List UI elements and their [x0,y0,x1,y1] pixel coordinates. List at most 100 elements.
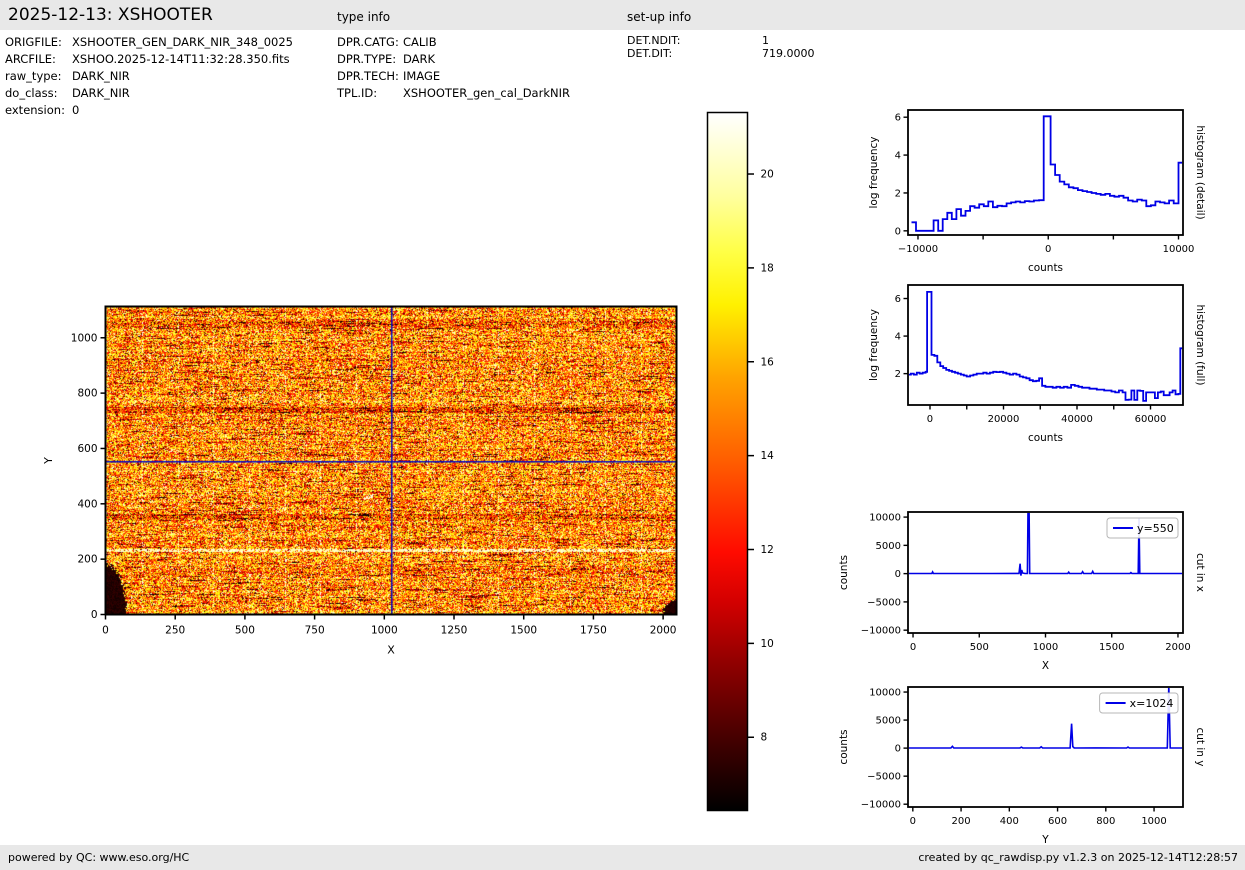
y-tick-label: 200 [77,554,97,566]
x-tick-label: 2000 [1165,642,1190,653]
x-tick-label: 750 [305,625,325,637]
axes-spine [908,687,1183,807]
field-value: XSHOOTER_gen_cal_DarkNIR [403,86,570,100]
y-tick-label: 6 [895,294,901,305]
x-tick-label: 0 [1045,244,1051,255]
right-axis-label: cut in x [1194,553,1206,592]
y-tick-label: 0 [895,226,901,237]
type-info-row: DPR.CATG:CALIB [337,35,437,49]
x-tick-label: 1750 [580,625,607,637]
file-info-row: ARCFILE:XSHOO.2025-12-14T11:32:28.350.fi… [5,52,290,66]
file-info-row: raw_type:DARK_NIR [5,69,130,83]
y-tick-label: 10000 [869,688,901,699]
setup-info-row: DET.DIT:719.0000 [627,47,815,60]
footer-right-text: created by qc_rawdisp.py v1.2.3 on 2025-… [918,851,1238,864]
field-value: 1 [762,34,769,47]
x-tick-label: 400 [1000,816,1019,827]
series-line [908,292,1183,401]
field-label: DET.DIT: [627,47,762,60]
legend-label: y=550 [1137,522,1174,535]
x-tick-label: 0 [927,414,933,425]
qc-report-page: 2025-12-13: XSHOOTER type info set-up in… [0,0,1245,870]
x-tick-label: 20000 [988,414,1020,425]
y-axis-label: counts [838,555,850,590]
field-label: TPL.ID: [337,86,403,100]
y-tick-label: −5000 [867,772,901,783]
field-label: ARCFILE: [5,52,72,66]
axes-spine [908,285,1183,405]
legend-box [1107,518,1178,538]
x-tick-label: 1250 [441,625,468,637]
x-tick-label: 0 [910,642,916,653]
y-axis-label: log frequency [868,309,880,381]
y-tick-label: 6 [895,113,901,124]
field-label: DPR.TECH: [337,69,403,83]
type-info-heading: type info [337,10,390,24]
x-tick-label: 1500 [1099,642,1124,653]
series-line [912,116,1184,231]
field-value: IMAGE [403,69,440,83]
series-line [908,685,1183,748]
y-axis-label: Y [42,457,55,465]
y-tick-label: 400 [77,498,97,510]
x-axis-label: X [387,644,395,657]
axes-spine [908,512,1183,633]
right-axis-label: histogram (detail) [1194,125,1206,219]
axes-spine [908,110,1183,235]
x-tick-label: 1000 [1033,642,1058,653]
colorbar-tick-label: 8 [761,732,768,744]
y-tick-label: 1000 [71,332,98,344]
x-axis-label: X [1042,660,1049,672]
y-tick-label: 0 [895,744,901,755]
legend-label: x=1024 [1130,697,1174,710]
field-value: DARK_NIR [72,69,130,83]
type-info-row: DPR.TECH:IMAGE [337,69,440,83]
x-tick-label: 250 [165,625,185,637]
x-tick-label: 40000 [1061,414,1093,425]
x-tick-label: 1000 [1141,816,1166,827]
type-info-row: DPR.TYPE:DARK [337,52,435,66]
x-axis-label: counts [1028,262,1063,274]
y-tick-label: 600 [77,443,97,455]
y-tick-label: 5000 [876,716,901,727]
y-tick-label: 5000 [876,541,901,552]
y-tick-label: 0 [91,609,98,621]
legend-box [1100,693,1178,713]
colorbar-tick-label: 10 [761,638,774,650]
x-tick-label: 600 [1048,816,1067,827]
file-info-row: extension:0 [5,103,79,117]
setup-info-row: DET.NDIT:1 [627,34,769,47]
x-axis-label: counts [1028,432,1063,444]
field-value: XSHOOTER_GEN_DARK_NIR_348_0025 [72,35,293,49]
x-tick-label: 0 [910,816,916,827]
panel-histogram-detail: −100000100000246countslog frequencyhisto… [868,110,1206,274]
setup-info-heading: set-up info [627,10,691,24]
field-value: 0 [72,103,79,117]
x-tick-label: 800 [1096,816,1115,827]
colorbar-tick-label: 14 [761,450,775,462]
field-value: DARK_NIR [72,86,130,100]
y-tick-label: −5000 [867,597,901,608]
y-axis-label: log frequency [868,136,880,208]
x-tick-label: 1000 [371,625,398,637]
detector-image [106,307,676,614]
colorbar-tick-label: 12 [761,544,774,556]
y-tick-label: 2 [895,369,901,380]
field-label: DPR.TYPE: [337,52,403,66]
y-axis-label: counts [838,729,850,764]
field-label: DET.NDIT: [627,34,762,47]
colorbar-tick-label: 20 [761,169,774,181]
field-label: DPR.CATG: [337,35,403,49]
y-tick-label: 0 [895,569,901,580]
panel-cut-in-x: 05001000150020001000050000−5000−10000Xco… [838,510,1206,672]
x-tick-label: 10000 [1163,244,1195,255]
x-tick-label: 500 [235,625,255,637]
y-tick-label: 10000 [869,513,901,524]
y-tick-label: 800 [77,388,97,400]
panel-cut-in-y: 020040060080010001000050000−5000−10000Yc… [838,685,1206,846]
x-tick-label: 2000 [650,625,677,637]
x-tick-label: −10000 [898,244,938,255]
field-label: do_class: [5,86,72,100]
field-label: ORIGFILE: [5,35,72,49]
x-tick-label: 200 [952,816,971,827]
